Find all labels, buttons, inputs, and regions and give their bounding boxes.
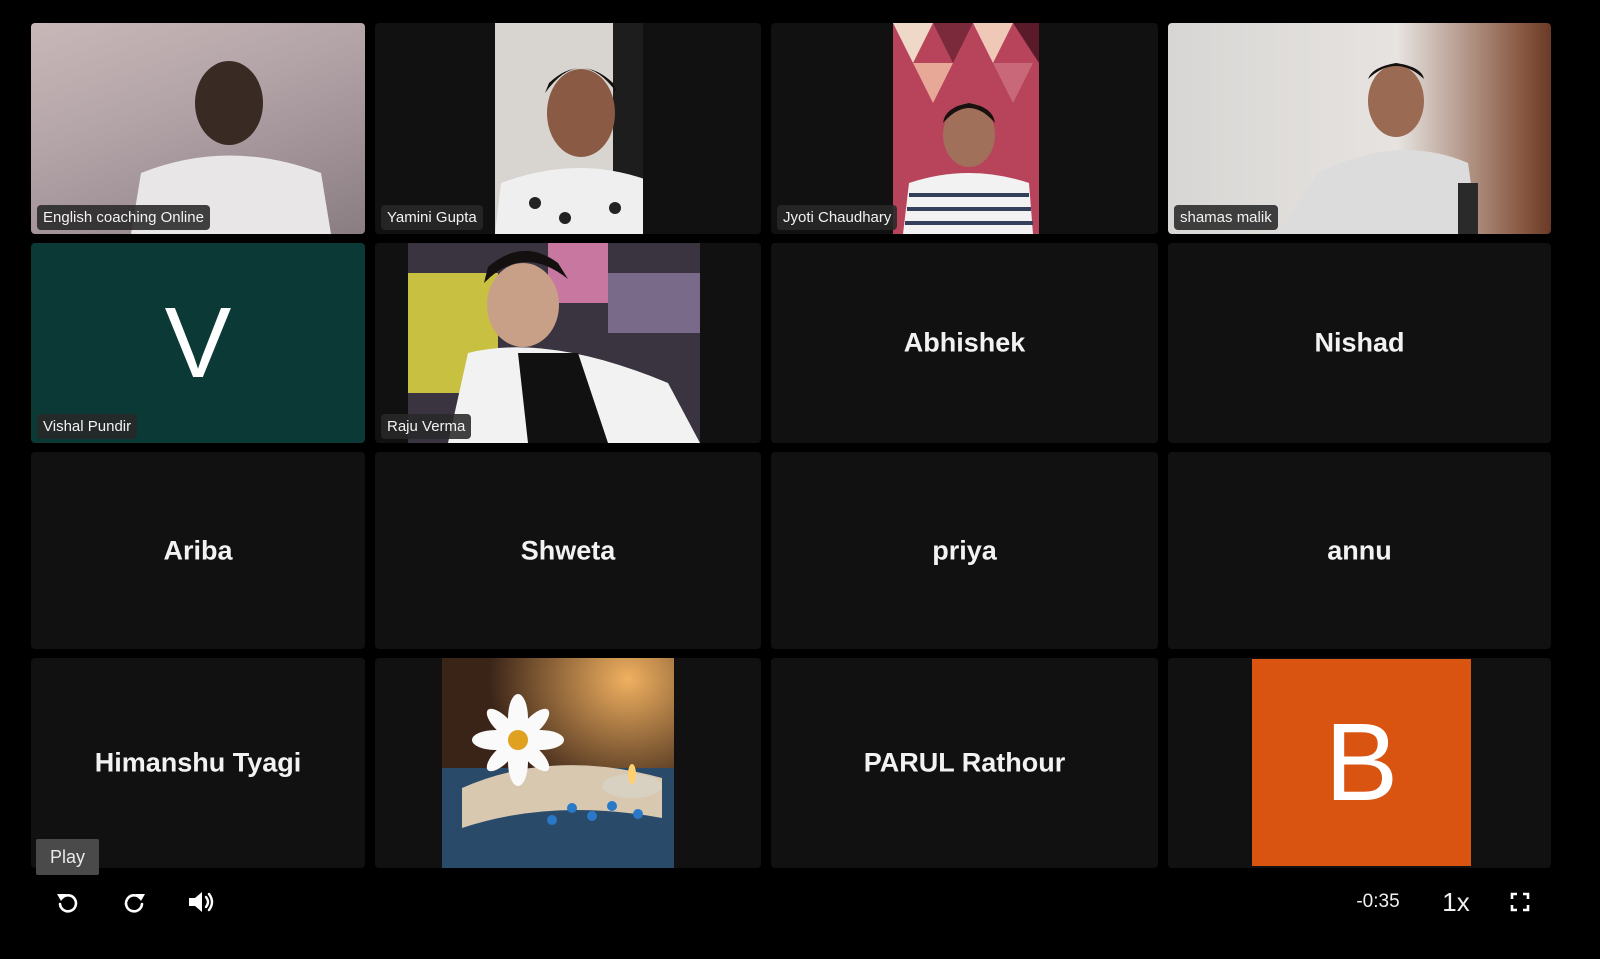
play-tooltip: Play [36, 839, 99, 875]
rewind-button[interactable] [52, 886, 84, 918]
participant-name-tag: Vishal Pundir [37, 414, 138, 439]
time-remaining: -0:35 [1356, 891, 1400, 912]
participant-name-tag: Raju Verma [381, 414, 472, 439]
participant-name: Abhishek [903, 327, 1026, 358]
participant-tile[interactable]: shamas malik [1168, 23, 1551, 234]
participant-tile[interactable]: Himanshu Tyagi [31, 658, 365, 868]
participant-tile[interactable]: Yamini Gupta [375, 23, 761, 234]
participant-name: Nishad [1314, 327, 1405, 358]
avatar-initial: B [1324, 700, 1399, 824]
participant-name: Himanshu Tyagi [94, 747, 302, 778]
participant-video [131, 61, 331, 234]
participant-tile[interactable]: Nishad [1168, 243, 1551, 443]
forward-button[interactable] [118, 886, 150, 918]
participant-tile[interactable]: English coaching Online [31, 23, 365, 234]
participant-video [1278, 63, 1478, 234]
volume-button[interactable] [185, 886, 217, 918]
flower-candle-image [442, 658, 674, 868]
participant-tile[interactable]: annu [1168, 452, 1551, 649]
participant-tile[interactable]: B [1168, 658, 1551, 868]
participant-name: PARUL Rathour [863, 747, 1066, 778]
participant-tile[interactable] [375, 658, 761, 868]
participant-name-tag: English coaching Online [37, 205, 210, 230]
participant-name: annu [1327, 535, 1392, 565]
video-player: English coaching Online Yamini Gupta Jyo… [0, 0, 1600, 959]
rewind-icon [57, 894, 78, 913]
participant-video [495, 23, 643, 234]
participant-name: Ariba [163, 535, 233, 565]
participant-name: priya [932, 535, 997, 565]
participant-tile[interactable]: Abhishek [771, 243, 1158, 443]
participant-name-tag: Yamini Gupta [381, 205, 483, 230]
playback-speed-button[interactable]: 1x [1436, 886, 1476, 918]
forward-icon [124, 894, 145, 913]
participant-video [893, 23, 1039, 234]
participant-tile[interactable]: V Vishal Pundir [31, 243, 365, 443]
participant-tile[interactable]: Ariba [31, 452, 365, 649]
fullscreen-button[interactable] [1504, 886, 1536, 918]
participant-tile[interactable]: Raju Verma [375, 243, 761, 443]
participant-tile[interactable]: PARUL Rathour [771, 658, 1158, 868]
fullscreen-icon [1510, 892, 1530, 912]
participant-profile-image [408, 243, 700, 443]
participant-name: Shweta [520, 535, 616, 565]
participant-tile[interactable]: Shweta [375, 452, 761, 649]
avatar-square: B [1252, 659, 1471, 866]
participant-name-tag: shamas malik [1174, 205, 1278, 230]
avatar-initial: V [164, 287, 232, 399]
volume-icon [189, 892, 214, 912]
participant-tile[interactable]: Jyoti Chaudhary [771, 23, 1158, 234]
participant-name-tag: Jyoti Chaudhary [777, 205, 898, 230]
participant-tile[interactable]: priya [771, 452, 1158, 649]
